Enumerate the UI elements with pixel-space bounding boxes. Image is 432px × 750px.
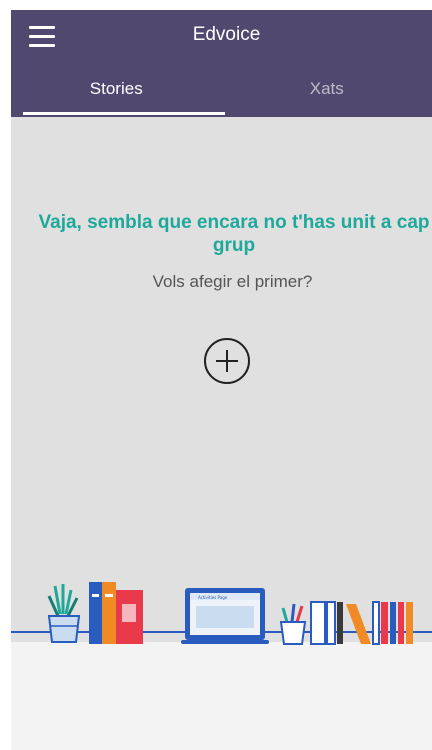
plus-circle-icon	[204, 338, 250, 384]
add-group-button[interactable]	[203, 337, 251, 385]
tab-bar: Stories Xats	[11, 70, 432, 117]
plant-icon	[47, 584, 81, 643]
laptop-icon: Activities Page	[181, 588, 269, 644]
laptop-screen-text: Activities Page	[198, 595, 228, 600]
pencil-cup-icon	[279, 603, 307, 645]
bookshelf-illustration: Activities Page	[47, 582, 413, 645]
tab-stories[interactable]: Stories	[11, 70, 224, 117]
tab-xats[interactable]: Xats	[222, 70, 432, 117]
empty-state-subtitle: Vols afegir el primer?	[152, 272, 313, 291]
app-title: Edvoice	[192, 24, 261, 45]
books-right	[310, 601, 413, 645]
floor-area	[11, 642, 432, 750]
books-left	[89, 582, 143, 644]
app-bar: Edvoice Stories Xats	[11, 10, 432, 117]
empty-state-title: Vaja, sembla que encara no t'has unit a …	[38, 212, 430, 256]
app-screen: Edvoice Stories Xats Vaja, sembla que en…	[11, 10, 432, 750]
